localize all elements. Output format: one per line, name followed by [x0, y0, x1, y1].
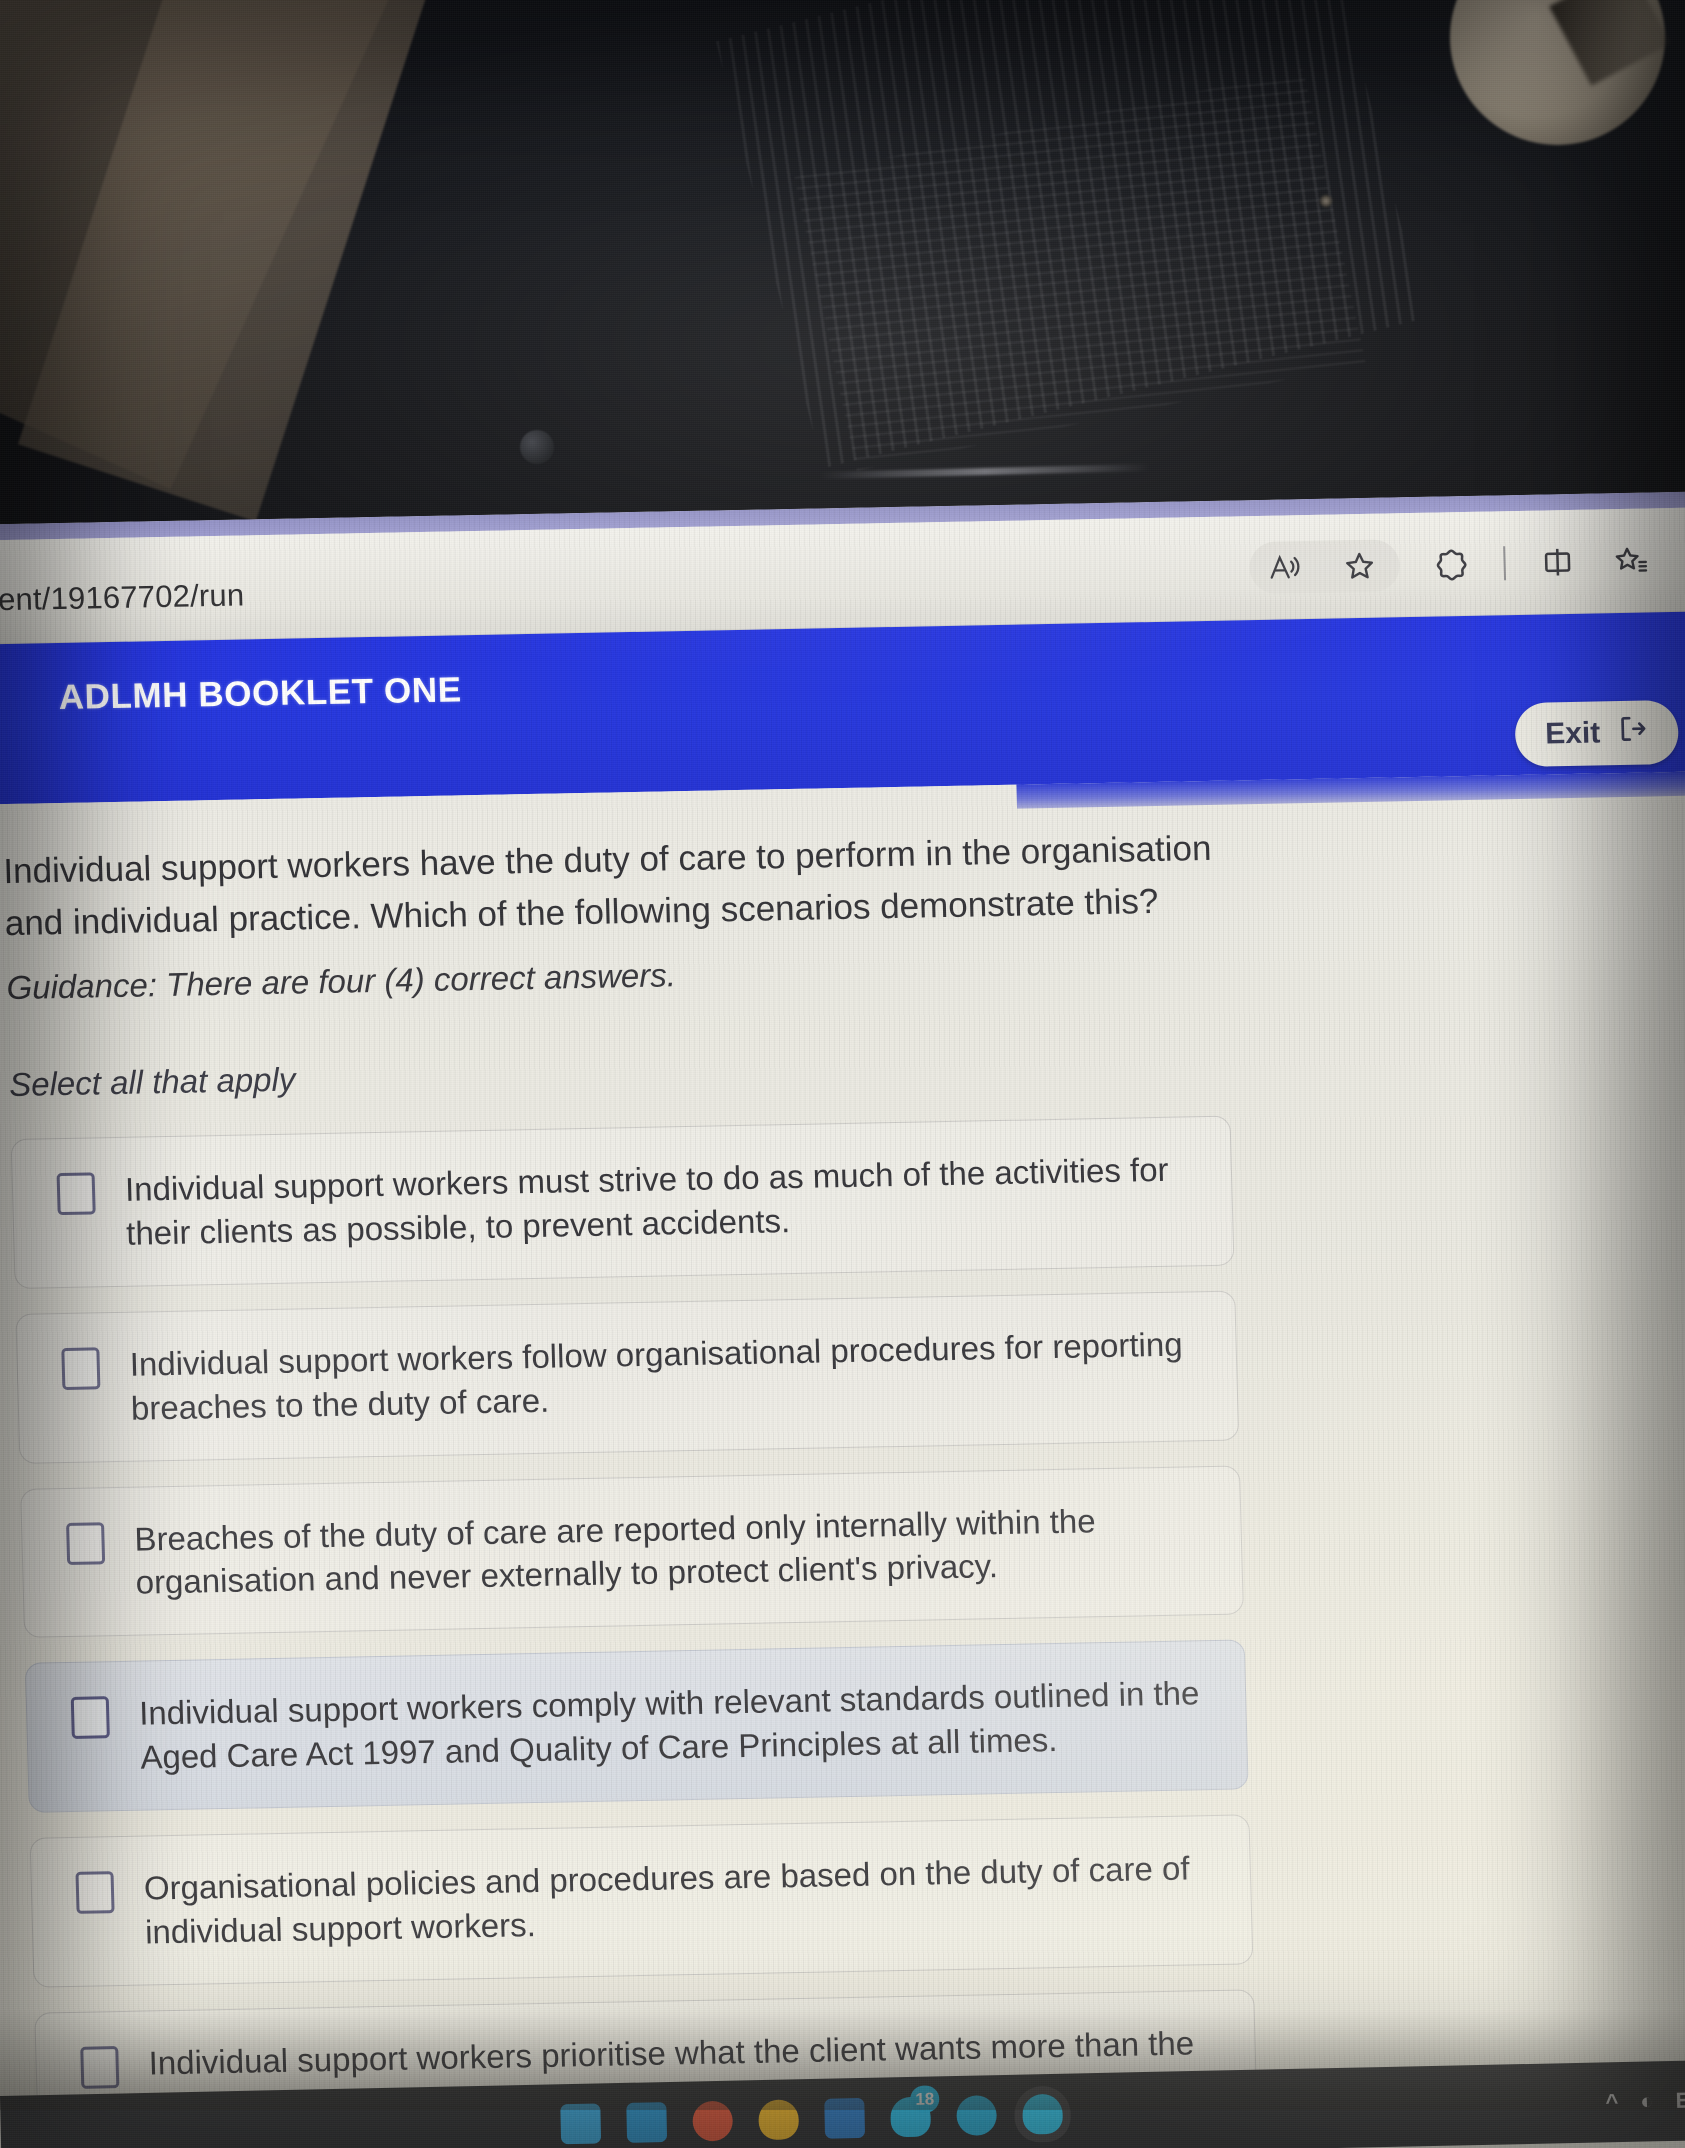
- answer-checkbox[interactable]: [61, 1347, 101, 1390]
- guidance-text: Guidance: There are four (4) correct ans…: [6, 956, 677, 1007]
- answer-option[interactable]: Breaches of the duty of care are reporte…: [20, 1464, 1244, 1639]
- copilot-icon[interactable]: [1429, 542, 1474, 587]
- split-screen-icon[interactable]: [1535, 540, 1580, 585]
- dust-speck: [1320, 195, 1332, 207]
- taskbar-icon-edge[interactable]: [758, 2099, 800, 2141]
- laptop-screen: ent/19167702/run ADLMH BOOKLET ONE Exit …: [0, 490, 1685, 2148]
- answer-option-label: Individual support workers comply with r…: [138, 1674, 1200, 1776]
- taskbar-icon-active-app[interactable]: [1022, 2093, 1064, 2135]
- taskbar-system-tray: ^ ◐ ENG ◉: [1605, 2086, 1685, 2115]
- answer-checkbox[interactable]: [80, 2045, 120, 2089]
- taskbar-icon-office[interactable]: [692, 2100, 734, 2142]
- answer-option-label: Breaches of the duty of care are reporte…: [133, 1501, 1097, 1602]
- taskbar-icon-word[interactable]: [824, 2097, 866, 2139]
- answer-option[interactable]: Individual support workers comply with r…: [24, 1639, 1249, 1813]
- taskbar-icon-messaging[interactable]: 18: [890, 2085, 940, 2138]
- answer-checkbox[interactable]: [66, 1521, 106, 1565]
- answer-option-label: Individual support workers follow organi…: [129, 1325, 1183, 1427]
- read-aloud-icon[interactable]: [1263, 545, 1308, 590]
- photo-of-laptop-screen: ent/19167702/run ADLMH BOOKLET ONE Exit …: [0, 0, 1685, 2148]
- collections-icon[interactable]: [1609, 538, 1654, 583]
- answer-option[interactable]: Organisational policies and procedures a…: [29, 1814, 1254, 1988]
- answer-checkbox[interactable]: [56, 1172, 96, 1216]
- exit-icon: [1616, 713, 1649, 754]
- address-bar-url[interactable]: ent/19167702/run: [0, 577, 245, 618]
- answer-options-list: Individual support workers must strive t…: [10, 1115, 1259, 2148]
- notification-badge: 18: [910, 2085, 940, 2113]
- taskbar-app-icons: 18: [560, 2085, 1064, 2145]
- answer-option-label: Organisational policies and procedures a…: [143, 1849, 1190, 1951]
- answer-option-label: Individual support workers must strive t…: [124, 1150, 1169, 1252]
- exit-button-label: Exit: [1544, 716, 1601, 751]
- quiz-page: Individual support workers have the duty…: [0, 770, 1685, 2148]
- answer-option[interactable]: Individual support workers follow organi…: [15, 1290, 1240, 1464]
- answer-checkbox[interactable]: [70, 1696, 110, 1740]
- taskbar-icon-explorer[interactable]: [560, 2103, 602, 2145]
- question-text: Individual support workers have the duty…: [2, 828, 1212, 943]
- toolbar-divider: [1503, 546, 1507, 581]
- answer-option[interactable]: Individual support workers must strive t…: [10, 1115, 1235, 1289]
- favorites-star-icon[interactable]: [1337, 544, 1382, 589]
- select-all-instruction: Select all that apply: [8, 1060, 296, 1104]
- taskbar-icon-store[interactable]: [626, 2102, 668, 2143]
- page-title: ADLMH BOOKLET ONE: [58, 670, 463, 718]
- browser-toolbar-icons: [1248, 533, 1685, 595]
- chevron-up-icon[interactable]: ^: [1605, 2089, 1618, 2115]
- wifi-icon[interactable]: ◐: [1640, 2088, 1654, 2114]
- language-indicator[interactable]: ENG: [1675, 2087, 1685, 2114]
- laptop-hinge: [520, 430, 554, 464]
- answer-checkbox[interactable]: [75, 1871, 115, 1914]
- exit-button[interactable]: Exit: [1514, 699, 1680, 768]
- taskbar-icon-teams[interactable]: [956, 2095, 998, 2136]
- read-aloud-favorites-group: [1248, 539, 1401, 595]
